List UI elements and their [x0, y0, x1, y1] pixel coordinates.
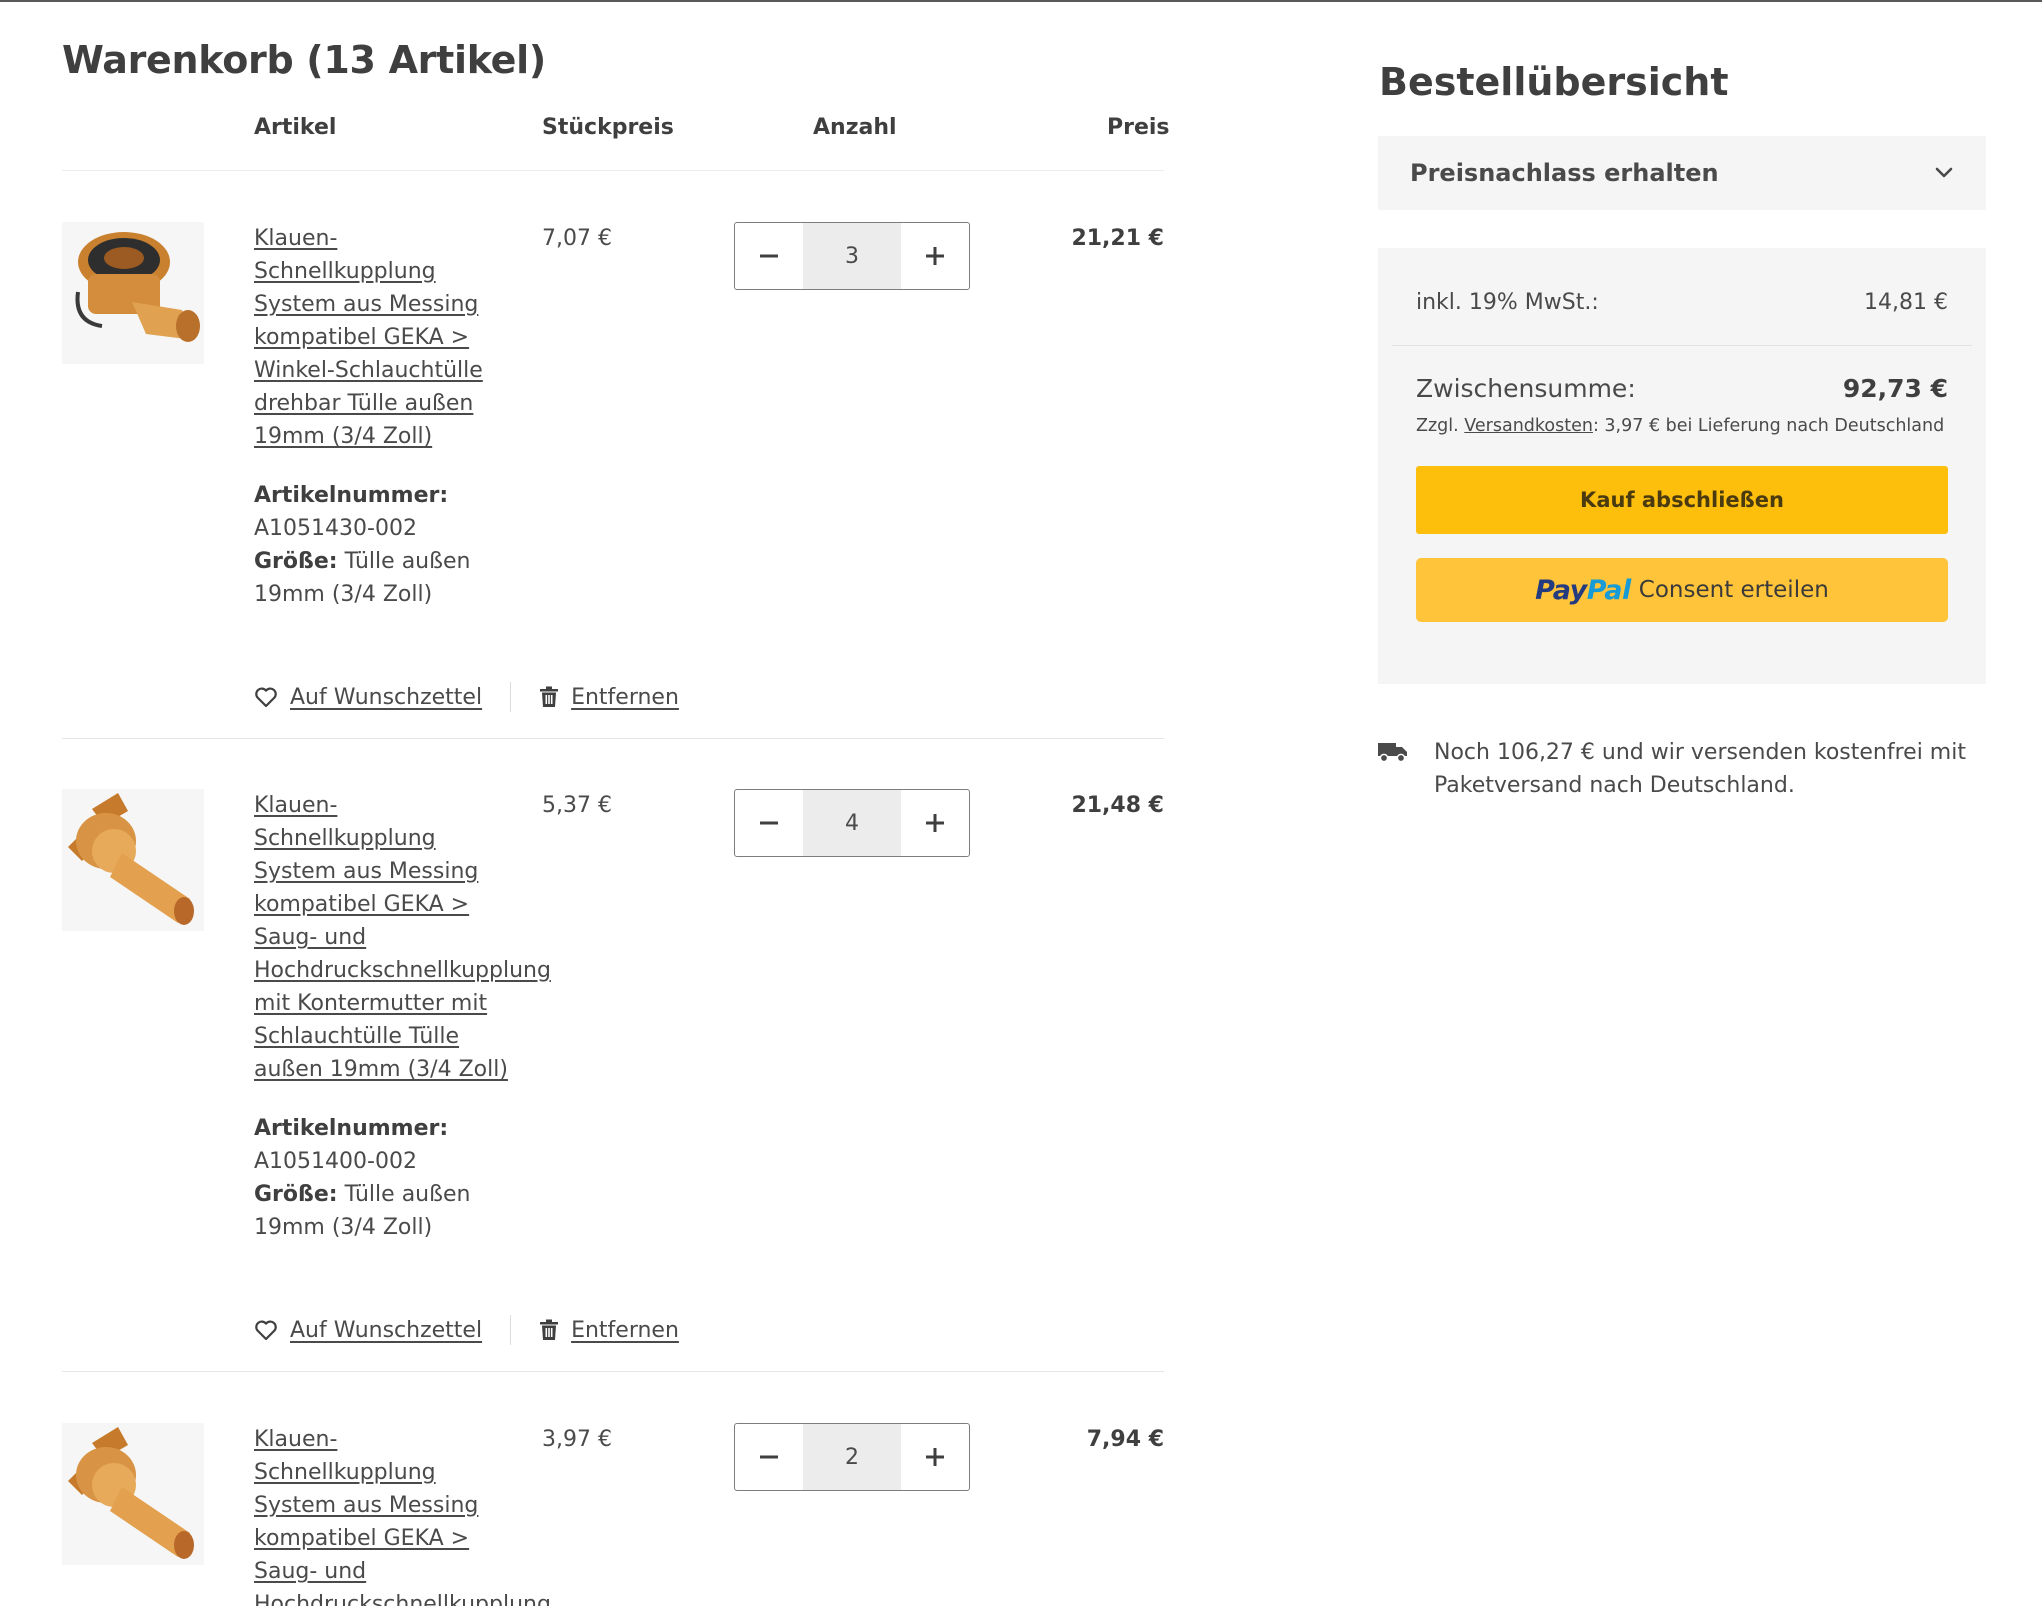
- trash-icon: [540, 686, 559, 707]
- header-divider: [62, 170, 1164, 171]
- free-shipping-text-cont: Paketversand nach Deutschland.: [1434, 773, 1795, 798]
- subtotal-row: Zwischensumme: 92,73 €: [1416, 374, 1948, 403]
- article-number-label: Artikelnummer:: [254, 483, 449, 508]
- decrease-button[interactable]: [735, 223, 803, 289]
- increase-button[interactable]: [901, 790, 969, 856]
- product-meta: Artikelnummer: A1051430-002 Größe: Tülle…: [254, 479, 494, 611]
- cart-item: Klauen- Schnellkupplung System aus Messing…: [62, 222, 1164, 740]
- size-label: Größe:: [254, 1182, 338, 1207]
- product-image[interactable]: [62, 1423, 204, 1565]
- column-header-unit-price: Stückpreis: [542, 115, 674, 140]
- top-border: [0, 0, 2042, 2]
- minus-icon: [760, 254, 778, 258]
- article-number: A1051400-002: [254, 1149, 417, 1174]
- plus-icon: [926, 1448, 944, 1466]
- discount-label: Preisnachlass erhalten: [1410, 159, 1719, 187]
- column-header-price: Preis: [1107, 115, 1170, 140]
- item-divider: [62, 1371, 1164, 1372]
- wishlist-button[interactable]: Auf Wunschzettel: [254, 685, 482, 710]
- remove-button[interactable]: Entfernen: [539, 685, 679, 710]
- size-value-cont: 19mm (3/4 Zoll): [254, 582, 433, 607]
- size-value: Tülle außen: [337, 549, 471, 574]
- cart-title: Warenkorb (13 Artikel): [62, 38, 546, 82]
- subtotal-value: 92,73 €: [1842, 374, 1948, 403]
- increase-button[interactable]: [901, 1424, 969, 1490]
- size-value-cont: 19mm (3/4 Zoll): [254, 1215, 433, 1240]
- trash-icon: [540, 1319, 559, 1340]
- article-number-label: Artikelnummer:: [254, 1116, 449, 1141]
- decrease-button[interactable]: [735, 1424, 803, 1490]
- product-link[interactable]: Klauen- Schnellkupplung System aus Messing…: [254, 1423, 554, 1606]
- line-price: 7,94 €: [1086, 1427, 1164, 1452]
- shipping-costs-link[interactable]: Versandkosten: [1464, 416, 1593, 436]
- wishlist-button[interactable]: Auf Wunschzettel: [254, 1318, 482, 1343]
- decrease-button[interactable]: [735, 790, 803, 856]
- cart-item: Klauen- Schnellkupplung System aus Messing…: [62, 789, 1164, 1373]
- quantity-stepper: 4: [734, 789, 970, 857]
- vat-value: 14,81 €: [1864, 290, 1948, 315]
- summary-box: inkl. 19% MwSt.: 14,81 € Zwischensumme: …: [1378, 248, 1986, 684]
- cart-item: Klauen- Schnellkupplung System aus Messing…: [62, 1423, 1164, 1606]
- paypal-label: Consent erteilen: [1638, 577, 1829, 603]
- vat-row: inkl. 19% MwSt.: 14,81 €: [1416, 290, 1948, 315]
- free-shipping-note: Noch 106,27 € und wir versenden kostenfr…: [1378, 736, 1998, 802]
- unit-price: 7,07 €: [542, 226, 612, 251]
- heart-icon: [255, 687, 277, 708]
- quantity-input[interactable]: 2: [803, 1424, 901, 1490]
- line-price: 21,21 €: [1071, 226, 1164, 251]
- plus-icon: [926, 814, 944, 832]
- plus-icon: [926, 247, 944, 265]
- item-actions: Auf Wunschzettel Entfernen: [254, 1315, 679, 1345]
- size-label: Größe:: [254, 549, 338, 574]
- minus-icon: [760, 1455, 778, 1459]
- quantity-input[interactable]: 4: [803, 790, 901, 856]
- discount-toggle[interactable]: Preisnachlass erhalten: [1378, 136, 1986, 210]
- unit-price: 5,37 €: [542, 793, 612, 818]
- subtotal-label: Zwischensumme:: [1416, 374, 1636, 403]
- truck-icon: [1378, 736, 1410, 802]
- action-divider: [510, 1315, 512, 1345]
- quantity-stepper: 2: [734, 1423, 970, 1491]
- checkout-button[interactable]: Kauf abschließen: [1416, 466, 1948, 534]
- increase-button[interactable]: [901, 223, 969, 289]
- size-value: Tülle außen: [337, 1182, 471, 1207]
- article-number: A1051430-002: [254, 516, 417, 541]
- shipping-note: Zzgl. Versandkosten: 3,97 € bei Lieferun…: [1416, 416, 1945, 436]
- product-link[interactable]: Klauen- Schnellkupplung System aus Messing…: [254, 789, 554, 1086]
- item-actions: Auf Wunschzettel Entfernen: [254, 682, 679, 712]
- product-link[interactable]: Klauen- Schnellkupplung System aus Messing…: [254, 222, 544, 453]
- product-image[interactable]: [62, 789, 204, 931]
- summary-divider: [1392, 345, 1972, 346]
- quantity-stepper: 3: [734, 222, 970, 290]
- chevron-down-icon: [1935, 167, 1953, 178]
- action-divider: [510, 682, 512, 712]
- item-divider: [62, 738, 1164, 739]
- free-shipping-text: Noch 106,27 € und wir versenden kostenfr…: [1434, 740, 1966, 765]
- unit-price: 3,97 €: [542, 1427, 612, 1452]
- line-price: 21,48 €: [1071, 793, 1164, 818]
- column-header-article: Artikel: [254, 115, 337, 140]
- product-meta: Artikelnummer: A1051400-002 Größe: Tülle…: [254, 1112, 494, 1244]
- heart-icon: [255, 1320, 277, 1341]
- product-image[interactable]: [62, 222, 204, 364]
- quantity-input[interactable]: 3: [803, 223, 901, 289]
- paypal-button[interactable]: PayPal Consent erteilen: [1416, 558, 1948, 622]
- remove-button[interactable]: Entfernen: [539, 1318, 679, 1343]
- paypal-logo: PayPal: [1535, 574, 1631, 606]
- summary-title: Bestellübersicht: [1379, 60, 1729, 104]
- minus-icon: [760, 821, 778, 825]
- vat-label: inkl. 19% MwSt.:: [1416, 290, 1599, 315]
- column-header-quantity: Anzahl: [813, 115, 897, 140]
